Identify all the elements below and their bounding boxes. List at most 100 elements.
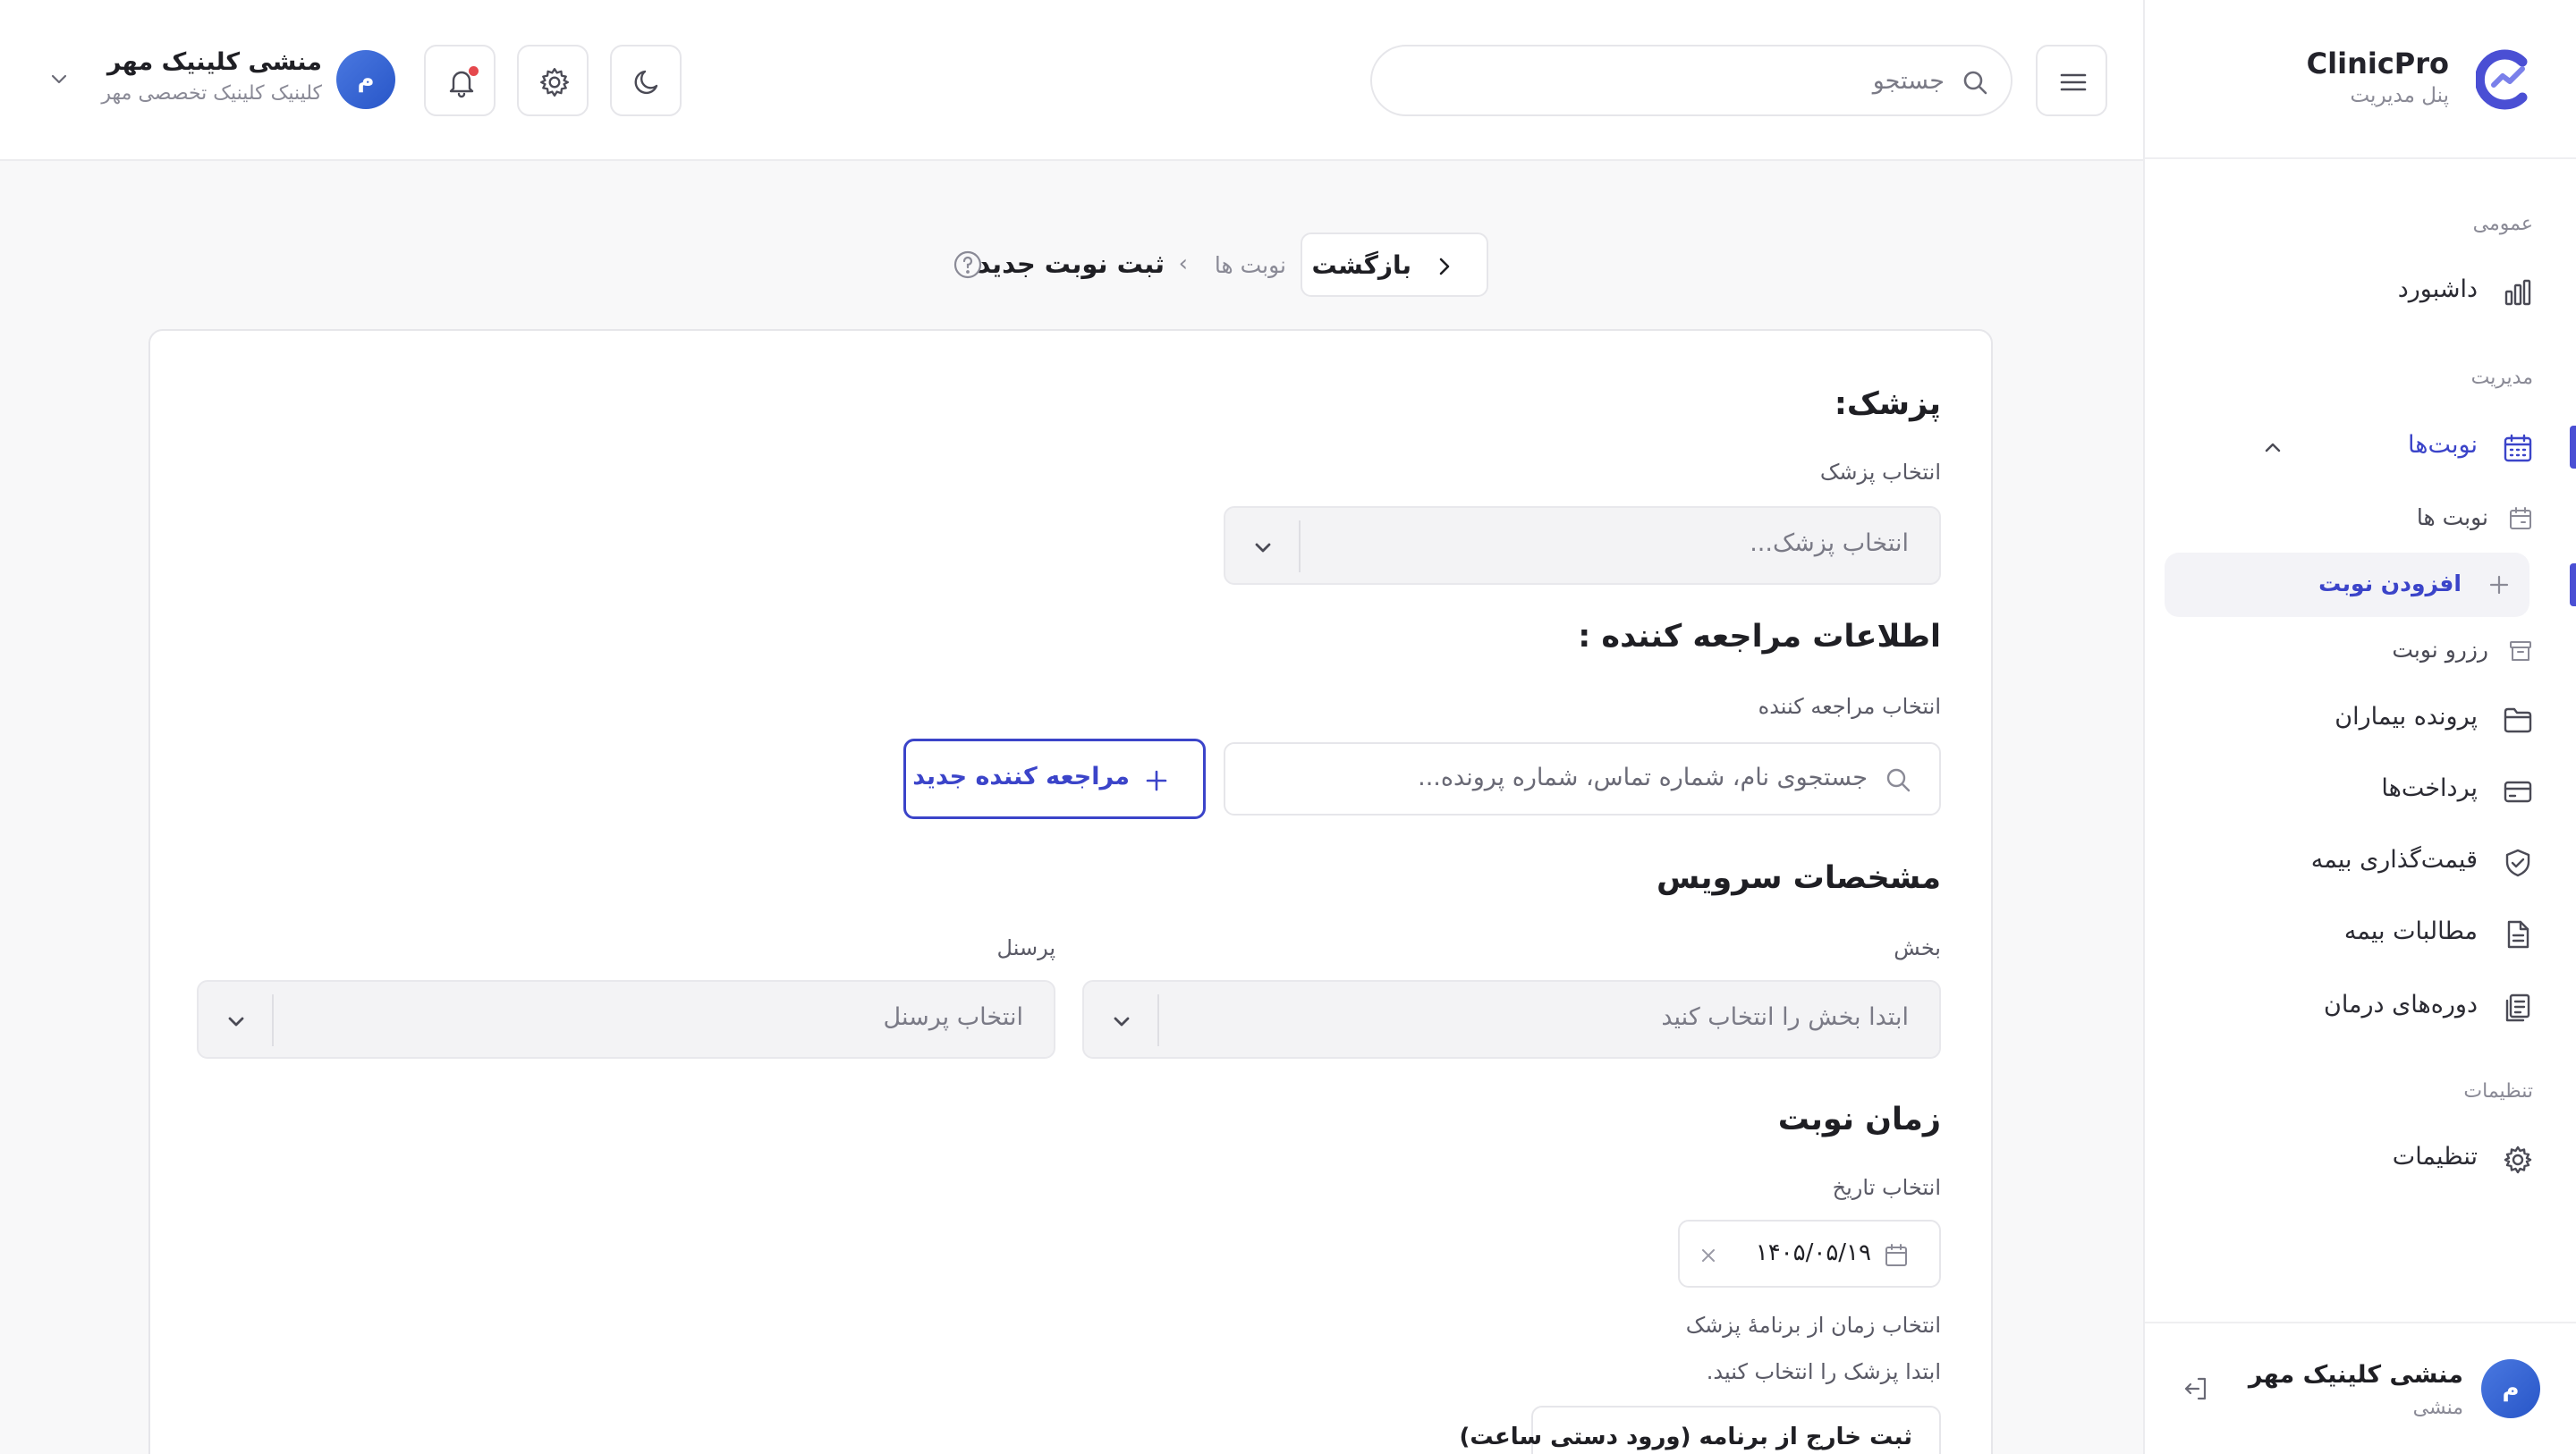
- theme-toggle-button[interactable]: [610, 45, 682, 116]
- plus-icon: [2489, 575, 2509, 595]
- back-button[interactable]: بازگشت: [1301, 232, 1488, 297]
- chevron-down-icon: [51, 74, 67, 84]
- menu-button[interactable]: [2036, 45, 2107, 116]
- sidebar-item-label: مطالبات بیمه: [2343, 917, 2478, 945]
- sidebar-subitem-label: نوبت ها: [2416, 504, 2488, 530]
- doctor-section-title: پزشک:: [1834, 386, 1941, 422]
- brand-name: ClinicPro: [2306, 46, 2449, 80]
- time-section-title: زمان نوبت: [1777, 1102, 1941, 1137]
- avatar[interactable]: م: [2481, 1359, 2540, 1418]
- sidebar-item-label: نوبت‌ها: [2408, 431, 2478, 459]
- chevron-down-icon: [1255, 543, 1271, 553]
- notification-dot: [469, 66, 479, 76]
- notifications-button[interactable]: [424, 45, 496, 116]
- top-header: م منشی کلینیک مهر کلینیک کلینیک تخصصی مه…: [0, 0, 2143, 161]
- moon-icon: [634, 70, 658, 95]
- new-patient-button[interactable]: مراجعه کننده جدید: [903, 739, 1206, 819]
- date-picker-input[interactable]: ۱۴۰۵/۰۵/۱۹: [1678, 1220, 1941, 1288]
- active-indicator: [2570, 563, 2576, 606]
- sidebar-item-label: پرداخت‌ها: [2381, 774, 2478, 802]
- breadcrumb-link-appointments[interactable]: نوبت ها: [1215, 252, 1286, 278]
- active-indicator: [2570, 426, 2576, 469]
- chevron-up-icon[interactable]: [2261, 436, 2284, 460]
- calendar-icon: [1885, 1244, 1907, 1266]
- sidebar-item-label: داشبورد: [2397, 275, 2478, 303]
- settings-button[interactable]: [517, 45, 589, 116]
- search-box[interactable]: [1370, 45, 2012, 116]
- manual-time-button-label: ثبت خارج از برنامه (ورود دستی ساعت): [1459, 1424, 1912, 1450]
- sidebar-subitem-add-appointment[interactable]: افزودن نوبت: [2165, 553, 2529, 617]
- doctor-select[interactable]: انتخاب پزشک...: [1224, 506, 1941, 585]
- sidebar-subitem-label: رزرو نوبت: [2392, 637, 2488, 663]
- doctor-field-label: انتخاب پزشک: [1819, 460, 1941, 485]
- sidebar-user-role: منشی: [2412, 1397, 2463, 1419]
- sidebar-subitem-reserve-appointment[interactable]: رزرو نوبت: [2184, 621, 2533, 678]
- new-patient-button-label: مراجعه کننده جدید: [912, 763, 1130, 790]
- sidebar-item-insurance-claims[interactable]: مطالبات بیمه: [2143, 905, 2576, 962]
- sidebar-item-settings[interactable]: تنظیمات: [2143, 1130, 2576, 1188]
- breadcrumb: بازگشت نوبت ها › ثبت نوبت جدید: [934, 232, 1488, 297]
- search-icon: [1963, 71, 1987, 95]
- avatar: م: [336, 50, 395, 109]
- sidebar-item-patient-files[interactable]: پرونده بیماران: [2143, 690, 2576, 748]
- hamburger-icon: [2060, 73, 2087, 91]
- section-title-settings: تنظیمات: [2463, 1080, 2533, 1103]
- brand-subtitle: پنل مدیریت: [2350, 84, 2449, 107]
- sidebar-item-insurance-pricing[interactable]: قیمت‌گذاری بیمه: [2143, 833, 2576, 891]
- brand: ClinicPro پنل مدیریت: [2145, 0, 2576, 159]
- clipboard-icon: [2505, 993, 2530, 1022]
- archive-icon: [2510, 641, 2531, 661]
- sidebar-item-appointments[interactable]: نوبت‌ها: [2143, 418, 2576, 476]
- credit-card-icon: [2504, 781, 2532, 803]
- help-icon[interactable]: [952, 249, 984, 281]
- document-icon: [2507, 920, 2529, 949]
- date-field-label: انتخاب تاریخ: [1832, 1175, 1941, 1200]
- department-field-label: بخش: [1894, 935, 1941, 960]
- schedule-hint: ابتدا پزشک را انتخاب کنید.: [1706, 1359, 1941, 1384]
- clinicpro-logo-icon: [2476, 49, 2528, 110]
- sidebar-subitem-appointments-list[interactable]: نوبت ها: [2184, 488, 2533, 545]
- chevron-down-icon: [1114, 1017, 1130, 1027]
- user-clinic: کلینیک کلینیک تخصصی مهر: [101, 82, 322, 105]
- patient-search-placeholder: جستجوی نام، شماره تماس، شماره پرونده...: [1418, 764, 1868, 791]
- sidebar-item-dashboard[interactable]: داشبورد: [2143, 263, 2576, 320]
- date-value: ۱۴۰۵/۰۵/۱۹: [1755, 1239, 1871, 1266]
- appointment-form-card: پزشک: انتخاب پزشک انتخاب پزشک... اطلاعات…: [148, 329, 1993, 1454]
- patient-search-input[interactable]: جستجوی نام، شماره تماس، شماره پرونده...: [1224, 742, 1941, 816]
- department-select[interactable]: ابتدا بخش را انتخاب کنید: [1082, 980, 1941, 1059]
- sidebar: ClinicPro پنل مدیریت عمومی داشبورد مدیری…: [2143, 0, 2576, 1454]
- user-name: منشی کلینیک مهر: [106, 48, 322, 76]
- staff-field-label: پرسنل: [996, 935, 1055, 960]
- gear-icon: [2504, 1145, 2532, 1174]
- staff-select-placeholder: انتخاب پرسنل: [883, 1003, 1023, 1031]
- page-title: ثبت نوبت جدید: [977, 249, 1165, 279]
- section-title-general: عمومی: [2472, 213, 2533, 235]
- service-section-title: مشخصات سرویس: [1656, 860, 1941, 896]
- department-select-placeholder: ابتدا بخش را انتخاب کنید: [1661, 1003, 1909, 1031]
- search-icon: [1886, 768, 1911, 792]
- search-input[interactable]: [1408, 59, 1945, 102]
- sidebar-item-payments[interactable]: پرداخت‌ها: [2143, 762, 2576, 819]
- plus-icon: [1146, 770, 1167, 791]
- chevron-down-icon: [228, 1017, 244, 1027]
- sidebar-item-label: تنظیمات: [2392, 1143, 2478, 1171]
- user-menu[interactable]: م منشی کلینیک مهر کلینیک کلینیک تخصصی مه…: [47, 43, 395, 118]
- close-icon[interactable]: [1698, 1245, 1719, 1266]
- patient-section-title: اطلاعات مراجعه کننده :: [1578, 619, 1941, 655]
- logout-icon[interactable]: [2181, 1374, 2211, 1404]
- manual-time-button[interactable]: ثبت خارج از برنامه (ورود دستی ساعت): [1460, 1406, 1941, 1454]
- sidebar-item-label: قیمت‌گذاری بیمه: [2310, 846, 2478, 874]
- bar-chart-icon: [2504, 279, 2531, 306]
- calendar-icon: [2510, 507, 2531, 529]
- sidebar-user-footer: م منشی کلینیک مهر منشی: [2145, 1322, 2576, 1454]
- sidebar-item-treatment-courses[interactable]: دوره‌های درمان: [2143, 978, 2576, 1036]
- sidebar-item-label: دوره‌های درمان: [2323, 991, 2478, 1019]
- staff-select[interactable]: انتخاب پرسنل: [197, 980, 1055, 1059]
- select-divider: [1157, 994, 1159, 1046]
- chevron-right-icon: [1439, 258, 1450, 275]
- sidebar-subitem-label: افزودن نوبت: [2318, 571, 2462, 596]
- section-title-management: مدیریت: [2470, 367, 2533, 389]
- folder-icon: [2504, 707, 2532, 733]
- breadcrumb-separator: ›: [1178, 250, 1188, 277]
- calendar-icon: [2504, 434, 2532, 462]
